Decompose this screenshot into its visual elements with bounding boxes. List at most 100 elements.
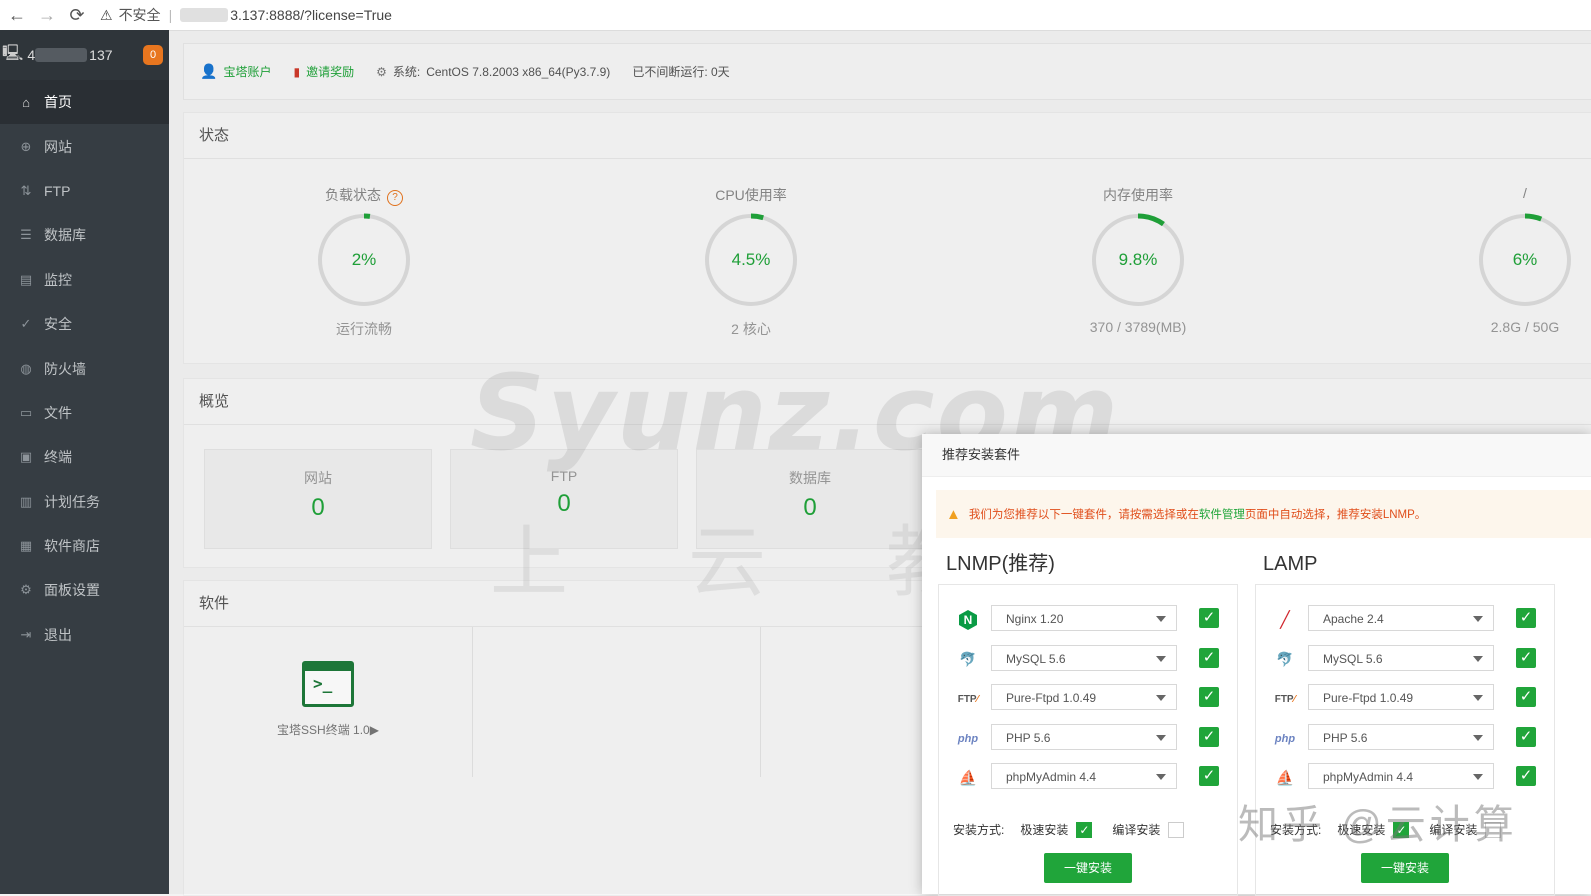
chevron-down-icon xyxy=(1473,655,1483,662)
sidebar-item-label: 监控 xyxy=(44,271,72,288)
chevron-down-icon xyxy=(1473,695,1483,701)
sidebar-item-8[interactable]: ▣ 终端 xyxy=(0,435,169,479)
compile-install-checkbox[interactable] xyxy=(1168,821,1185,838)
version-select[interactable]: phpMyAdmin 4.4 xyxy=(1308,763,1494,789)
sidebar-item-7[interactable]: ▭ 文件 xyxy=(0,391,169,435)
fast-install-checkbox[interactable]: ✓ xyxy=(1076,821,1093,838)
version-select[interactable]: MySQL 5.6 xyxy=(991,644,1177,671)
version-select[interactable]: MySQL 5.6 xyxy=(1308,644,1494,671)
reload-icon: ⟳ xyxy=(69,4,85,25)
lnmp-row: FTP⁄ Pure-Ftpd 1.0.49 ✓ xyxy=(939,684,1239,714)
sidebar-item-5[interactable]: ✓ 安全 xyxy=(0,302,169,346)
sidebar-item-4[interactable]: ▤ 监控 xyxy=(0,258,169,302)
menu-icon: ◍ xyxy=(20,360,32,376)
phpmyadmin-icon: ⛵ xyxy=(958,770,978,787)
menu-icon: ⇅ xyxy=(20,182,32,198)
menu-icon: ⚙ xyxy=(20,582,32,598)
apache-icon: ╱ xyxy=(1280,612,1290,629)
version-select[interactable]: Apache 2.4 xyxy=(1308,605,1494,631)
lamp-row: php PHP 5.6 ✓ xyxy=(1256,723,1556,754)
message-badge[interactable]: 0 xyxy=(143,45,163,65)
sidebar-item-label: 文件 xyxy=(44,404,72,421)
lamp-row: ╱ Apache 2.4 ✓ xyxy=(1256,605,1556,635)
sidebar-item-label: 面板设置 xyxy=(44,582,100,599)
lamp-title: LAMP xyxy=(1263,553,1318,575)
php-icon: php xyxy=(1274,732,1296,745)
menu-icon: ⌂ xyxy=(22,94,30,110)
version-select[interactable]: Pure-Ftpd 1.0.49 xyxy=(991,684,1177,710)
php-icon: php xyxy=(957,732,979,745)
mode-label: 安装方式: xyxy=(953,823,1005,837)
lnmp-stack: LNMP(推荐) N Nginx 1.20 ✓ 🐬 MySQL 5.6 ✓ FT… xyxy=(938,544,1238,896)
sidebar-item-2[interactable]: ⇅ FTP xyxy=(0,169,169,213)
version-select[interactable]: Pure-Ftpd 1.0.49 xyxy=(1308,684,1494,710)
include-checkbox[interactable]: ✓ xyxy=(1516,647,1536,668)
menu-icon: ✓ xyxy=(20,316,32,332)
lnmp-row: ⛵ phpMyAdmin 4.4 ✓ xyxy=(939,763,1239,793)
menu-icon: ▭ xyxy=(19,404,33,420)
software-manage-link[interactable]: 软件管理 xyxy=(1199,506,1245,522)
sidebar-item-label: 首页 xyxy=(44,94,72,111)
include-checkbox[interactable]: ✓ xyxy=(1516,766,1536,786)
lnmp-box: N Nginx 1.20 ✓ 🐬 MySQL 5.6 ✓ FTP⁄ Pure-F… xyxy=(938,584,1238,896)
version-select[interactable]: phpMyAdmin 4.4 xyxy=(991,763,1177,789)
include-checkbox[interactable]: ✓ xyxy=(1199,647,1219,668)
one-click-install-button[interactable]: 一键安装 xyxy=(1361,853,1449,883)
phpmyadmin-icon: ⛵ xyxy=(1275,770,1295,787)
lnmp-row: N Nginx 1.20 ✓ xyxy=(939,605,1239,635)
ftp-icon: FTP⁄ xyxy=(1274,693,1296,705)
sidebar-item-11[interactable]: ⚙ 面板设置 xyxy=(0,568,169,612)
chevron-down-icon xyxy=(1156,695,1166,701)
back-icon: ← xyxy=(8,4,26,25)
lnmp-row: 🐬 MySQL 5.6 ✓ xyxy=(939,644,1239,675)
sidebar-item-10[interactable]: ▦ 软件商店 xyxy=(0,524,169,568)
mysql-icon: 🐬 xyxy=(959,651,977,667)
version-select[interactable]: Nginx 1.20 xyxy=(991,605,1177,631)
version-select[interactable]: PHP 5.6 xyxy=(1308,723,1494,750)
menu-icon: ▣ xyxy=(19,449,33,465)
sidebar-item-6[interactable]: ◍ 防火墙 xyxy=(0,346,169,390)
include-checkbox[interactable]: ✓ xyxy=(1199,687,1219,707)
include-checkbox[interactable]: ✓ xyxy=(1516,726,1536,747)
sidebar-item-label: 安全 xyxy=(44,316,72,333)
sidebar-item-label: 退出 xyxy=(44,626,72,643)
lnmp-row: php PHP 5.6 ✓ xyxy=(939,723,1239,754)
notice-text-post: 页面中自动选择，推荐安装LNMP。 xyxy=(1244,509,1427,521)
back-button[interactable]: ← xyxy=(4,2,30,28)
chevron-down-icon xyxy=(1156,774,1166,780)
install-mode: 安装方式: 极速安装 ✓ 编译安装 xyxy=(953,821,1185,838)
chevron-down-icon xyxy=(1156,734,1166,741)
reload-button[interactable]: ⟳ xyxy=(64,2,90,28)
chevron-down-icon xyxy=(1156,655,1166,662)
version-select[interactable]: PHP 5.6 xyxy=(991,723,1177,750)
compile-install-label: 编译安装 xyxy=(1112,823,1161,837)
sidebar-item-label: 终端 xyxy=(44,449,72,466)
sidebar-item-label: 计划任务 xyxy=(44,493,100,510)
lamp-row: FTP⁄ Pure-Ftpd 1.0.49 ✓ xyxy=(1256,684,1556,714)
chevron-down-icon xyxy=(1473,616,1483,622)
sidebar-item-3[interactable]: ☰ 数据库 xyxy=(0,213,169,257)
address-bar[interactable]: ⚠ 不安全 | 3.137:8888/?license=True xyxy=(100,5,392,25)
include-checkbox[interactable]: ✓ xyxy=(1516,687,1536,707)
one-click-install-button[interactable]: 一键安装 xyxy=(1044,853,1132,883)
sidebar-item-9[interactable]: ▥ 计划任务 xyxy=(0,480,169,524)
sidebar-item-12[interactable]: ⇥ 退出 xyxy=(0,613,169,657)
sidebar: 🖳 4 137 0 ⌂ 首页 ⊕ 网站 ⇅ FTP ☰ 数据库 ▤ 监控 ✓ 安全 ◍ 防火墙 ▭ 文件 ▣ 终端… xyxy=(0,30,169,894)
warning-icon: ▲ xyxy=(946,505,961,523)
menu-icon: ▥ xyxy=(19,493,33,509)
sidebar-item-label: 数据库 xyxy=(44,227,86,244)
sidebar-item-1[interactable]: ⊕ 网站 xyxy=(0,124,169,168)
forward-button[interactable]: → xyxy=(34,2,60,28)
include-checkbox[interactable]: ✓ xyxy=(1199,608,1219,628)
include-checkbox[interactable]: ✓ xyxy=(1199,766,1219,786)
chevron-down-icon xyxy=(1473,734,1483,741)
url-text: 3.137:8888/?license=True xyxy=(230,7,392,23)
browser-toolbar: ← → ⟳ ⚠ 不安全 | 3.137:8888/?license=True xyxy=(0,0,1591,31)
include-checkbox[interactable]: ✓ xyxy=(1516,608,1536,628)
menu-icon: ▤ xyxy=(19,271,33,287)
include-checkbox[interactable]: ✓ xyxy=(1199,726,1219,747)
redacted-ip xyxy=(180,8,229,22)
sidebar-item-0[interactable]: ⌂ 首页 xyxy=(0,80,169,125)
menu-icon: ☰ xyxy=(20,227,32,243)
warning-icon: ⚠ xyxy=(100,6,113,23)
